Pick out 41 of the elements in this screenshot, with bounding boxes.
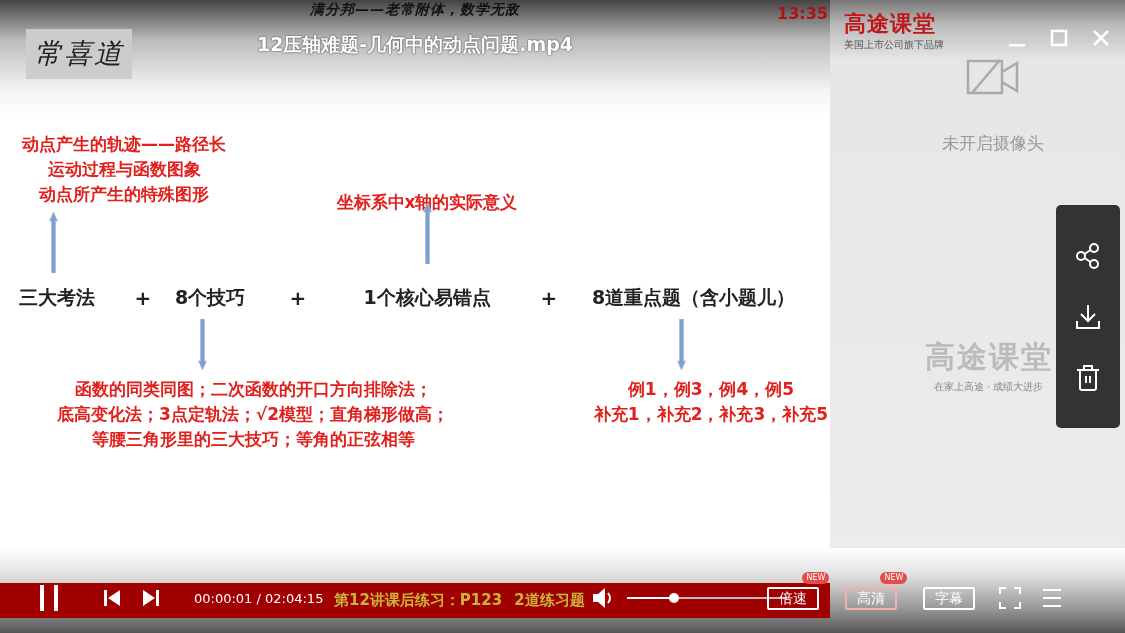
note-line: 运动过程与函数图象 [47, 158, 201, 181]
note-line: 动点所产生的特殊图形 [39, 183, 209, 206]
plus-sign: + [289, 286, 307, 310]
topic-label: 8个技巧 [174, 285, 246, 310]
signature-logo: 常喜道 [26, 29, 132, 79]
trash-icon[interactable] [1075, 363, 1101, 392]
topic-label: 8道重点题（含小题儿） [592, 285, 796, 310]
player-option-button[interactable]: 高清 [845, 586, 898, 610]
download-icon[interactable] [1075, 302, 1101, 331]
down-arrow [676, 319, 686, 371]
list-icon[interactable] [1041, 587, 1064, 609]
playback-time: 00:00:01 / 02:04:15 [194, 590, 324, 606]
topic-label: 三大考法 [19, 285, 95, 310]
slider-thumb[interactable] [668, 593, 679, 603]
next-button[interactable] [141, 589, 161, 607]
new-badge: NEW [802, 571, 830, 584]
fullscreen-icon[interactable] [999, 587, 1022, 609]
up-arrow [48, 211, 58, 273]
camera-status: 未开启摄像头 [941, 132, 1044, 155]
down-arrow [197, 319, 207, 371]
note-line: 补充1，补充2，补充3，补充5 [593, 403, 829, 426]
brand-tagline: 美国上市公司旗下品牌 [844, 38, 944, 52]
plus-sign: + [540, 286, 558, 310]
brand-tagline: 在家上高途 · 成绩大进步 [933, 380, 1044, 394]
subtitle-text: 2道练习题 [514, 591, 585, 610]
subtitle-text: 第12讲课后练习：P123 [334, 591, 503, 610]
clock-time: 13:35 [777, 4, 828, 23]
note-line: 例1，例3，例4，例5 [627, 378, 795, 401]
player-option-button[interactable]: 倍速 [767, 586, 820, 610]
brand-logo: 高途课堂 [844, 12, 937, 36]
topic-label: 1个核心易错点 [363, 285, 491, 310]
note-line: 函数的同类同图；二次函数的开口方向排除法； [74, 378, 432, 401]
slide-header: 满分邦——老常附体，数学无敌 [310, 1, 520, 19]
previous-button[interactable] [102, 589, 122, 607]
note-line: 底高变化法；3点定轨法；√2模型；直角梯形做高； [57, 403, 449, 426]
player-option-button[interactable]: 字幕 [923, 586, 976, 610]
share-icon[interactable] [1075, 241, 1101, 270]
note-line: 等腰三角形里的三大技巧；等角的正弦相等 [91, 428, 415, 451]
new-badge: NEW [880, 571, 908, 584]
note-line: 动点产生的轨迹——路径长 [22, 133, 226, 156]
plus-sign: + [134, 286, 152, 310]
